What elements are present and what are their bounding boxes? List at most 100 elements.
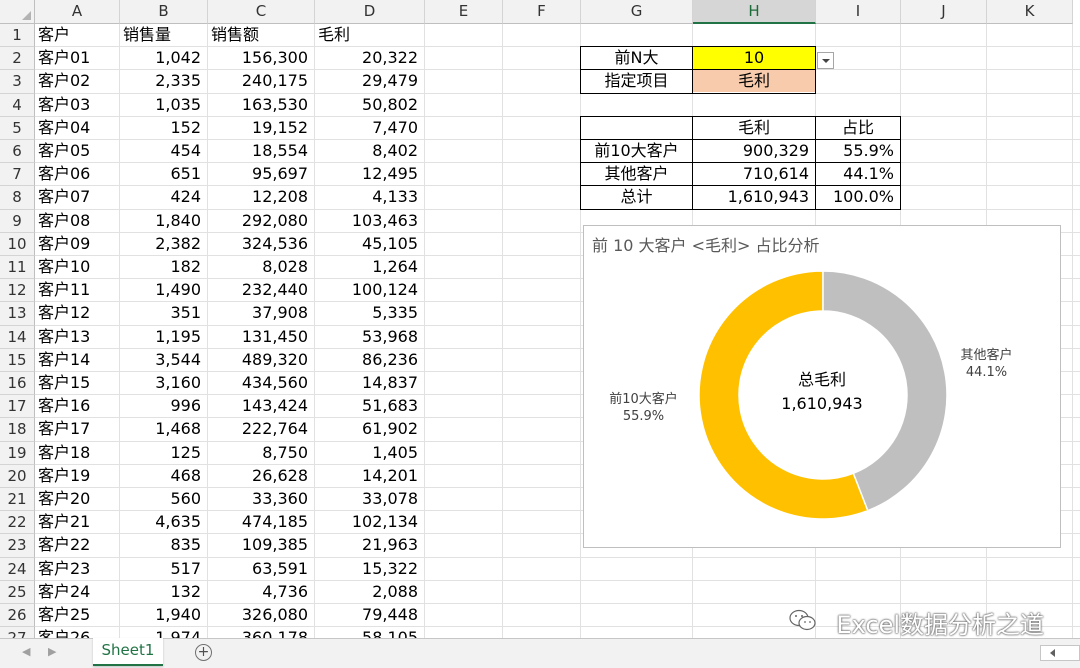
table-cell[interactable]: 客户25 [35, 604, 119, 626]
row-header-25[interactable]: 25 [0, 580, 35, 604]
table-cell[interactable]: 156,300 [208, 47, 314, 69]
table-cell[interactable]: 客户08 [35, 210, 119, 232]
table-cell[interactable]: 292,080 [208, 210, 314, 232]
table-cell[interactable]: 152 [120, 117, 207, 139]
table-cell[interactable]: 客户07 [35, 186, 119, 208]
column-header-i[interactable]: I [816, 0, 901, 24]
table-cell[interactable]: 33,078 [315, 488, 424, 510]
summary-cell[interactable]: 710,614 [693, 163, 815, 185]
table-cell[interactable]: 2,382 [120, 233, 207, 255]
table-cell[interactable]: 14,201 [315, 465, 424, 487]
table-header-cell[interactable]: 客户 [35, 24, 119, 46]
table-cell[interactable]: 51,683 [315, 395, 424, 417]
table-cell[interactable]: 1,195 [120, 326, 207, 348]
table-cell[interactable]: 客户09 [35, 233, 119, 255]
table-cell[interactable]: 5,335 [315, 302, 424, 324]
row-header-8[interactable]: 8 [0, 186, 35, 210]
column-header-d[interactable]: D [315, 0, 425, 24]
table-cell[interactable]: 100,124 [315, 279, 424, 301]
table-cell[interactable]: 客户12 [35, 302, 119, 324]
row-header-20[interactable]: 20 [0, 464, 35, 488]
table-cell[interactable]: 103,463 [315, 210, 424, 232]
table-cell[interactable]: 95,697 [208, 163, 314, 185]
row-header-14[interactable]: 14 [0, 325, 35, 349]
table-cell[interactable]: 客户23 [35, 558, 119, 580]
table-cell[interactable]: 360,178 [208, 627, 314, 638]
table-cell[interactable]: 324,536 [208, 233, 314, 255]
table-cell[interactable]: 1,940 [120, 604, 207, 626]
table-cell[interactable]: 835 [120, 534, 207, 556]
summary-header-cell[interactable]: 毛利 [693, 117, 815, 139]
table-cell[interactable]: 468 [120, 465, 207, 487]
dropdown-arrow-icon[interactable] [817, 52, 834, 69]
table-cell[interactable]: 3,544 [120, 349, 207, 371]
table-cell[interactable]: 424 [120, 186, 207, 208]
table-cell[interactable]: 326,080 [208, 604, 314, 626]
column-header-c[interactable]: C [208, 0, 315, 24]
table-cell[interactable]: 2,335 [120, 70, 207, 92]
table-cell[interactable]: 182 [120, 256, 207, 278]
table-cell[interactable]: 12,495 [315, 163, 424, 185]
summary-cell[interactable]: 总计 [581, 186, 692, 208]
row-header-10[interactable]: 10 [0, 232, 35, 256]
row-header-16[interactable]: 16 [0, 372, 35, 396]
row-header-3[interactable]: 3 [0, 70, 35, 94]
table-cell[interactable]: 客户05 [35, 140, 119, 162]
table-cell[interactable]: 客户16 [35, 395, 119, 417]
select-all-corner[interactable] [0, 0, 35, 24]
row-header-11[interactable]: 11 [0, 256, 35, 280]
table-header-cell[interactable]: 销售量 [120, 24, 207, 46]
table-cell[interactable]: 客户17 [35, 418, 119, 440]
table-cell[interactable]: 1,405 [315, 442, 424, 464]
table-cell[interactable]: 222,764 [208, 418, 314, 440]
row-header-22[interactable]: 22 [0, 511, 35, 535]
table-cell[interactable]: 客户03 [35, 94, 119, 116]
table-cell[interactable]: 58,105 [315, 627, 424, 638]
table-cell[interactable]: 232,440 [208, 279, 314, 301]
table-cell[interactable]: 517 [120, 558, 207, 580]
horizontal-scroll-left-icon[interactable] [1040, 645, 1080, 661]
table-cell[interactable]: 20,322 [315, 47, 424, 69]
row-header-2[interactable]: 2 [0, 47, 35, 71]
table-cell[interactable]: 1,468 [120, 418, 207, 440]
summary-cell[interactable]: 100.0% [816, 186, 900, 208]
table-cell[interactable]: 474,185 [208, 511, 314, 533]
table-cell[interactable]: 1,264 [315, 256, 424, 278]
table-cell[interactable]: 客户20 [35, 488, 119, 510]
table-cell[interactable]: 434,560 [208, 372, 314, 394]
row-header-4[interactable]: 4 [0, 93, 35, 117]
row-header-23[interactable]: 23 [0, 534, 35, 558]
table-cell[interactable]: 651 [120, 163, 207, 185]
table-cell[interactable]: 19,152 [208, 117, 314, 139]
table-cell[interactable]: 客户06 [35, 163, 119, 185]
table-cell[interactable]: 4,736 [208, 581, 314, 603]
table-cell[interactable]: 4,635 [120, 511, 207, 533]
row-header-6[interactable]: 6 [0, 140, 35, 164]
donut-slice-1[interactable] [822, 270, 948, 512]
table-cell[interactable]: 26,628 [208, 465, 314, 487]
table-cell[interactable]: 143,424 [208, 395, 314, 417]
table-cell[interactable]: 37,908 [208, 302, 314, 324]
table-cell[interactable]: 客户15 [35, 372, 119, 394]
table-cell[interactable]: 1,042 [120, 47, 207, 69]
table-cell[interactable]: 8,028 [208, 256, 314, 278]
table-cell[interactable]: 客户14 [35, 349, 119, 371]
prev-sheet-icon[interactable]: ◀ [22, 645, 30, 658]
add-sheet-icon[interactable]: + [195, 644, 212, 661]
table-cell[interactable]: 53,968 [315, 326, 424, 348]
table-cell[interactable]: 客户26 [35, 627, 119, 638]
table-cell[interactable]: 7,470 [315, 117, 424, 139]
summary-header-cell[interactable]: 占比 [816, 117, 900, 139]
column-header-e[interactable]: E [425, 0, 503, 24]
column-header-g[interactable]: G [581, 0, 693, 24]
row-header-15[interactable]: 15 [0, 348, 35, 372]
table-cell[interactable]: 63,591 [208, 558, 314, 580]
table-cell[interactable]: 1,840 [120, 210, 207, 232]
table-header-cell[interactable]: 毛利 [315, 24, 424, 46]
column-header-k[interactable]: K [987, 0, 1073, 24]
row-header-21[interactable]: 21 [0, 488, 35, 512]
row-header-13[interactable]: 13 [0, 302, 35, 326]
table-cell[interactable]: 客户19 [35, 465, 119, 487]
table-cell[interactable]: 12,208 [208, 186, 314, 208]
table-cell[interactable]: 1,490 [120, 279, 207, 301]
